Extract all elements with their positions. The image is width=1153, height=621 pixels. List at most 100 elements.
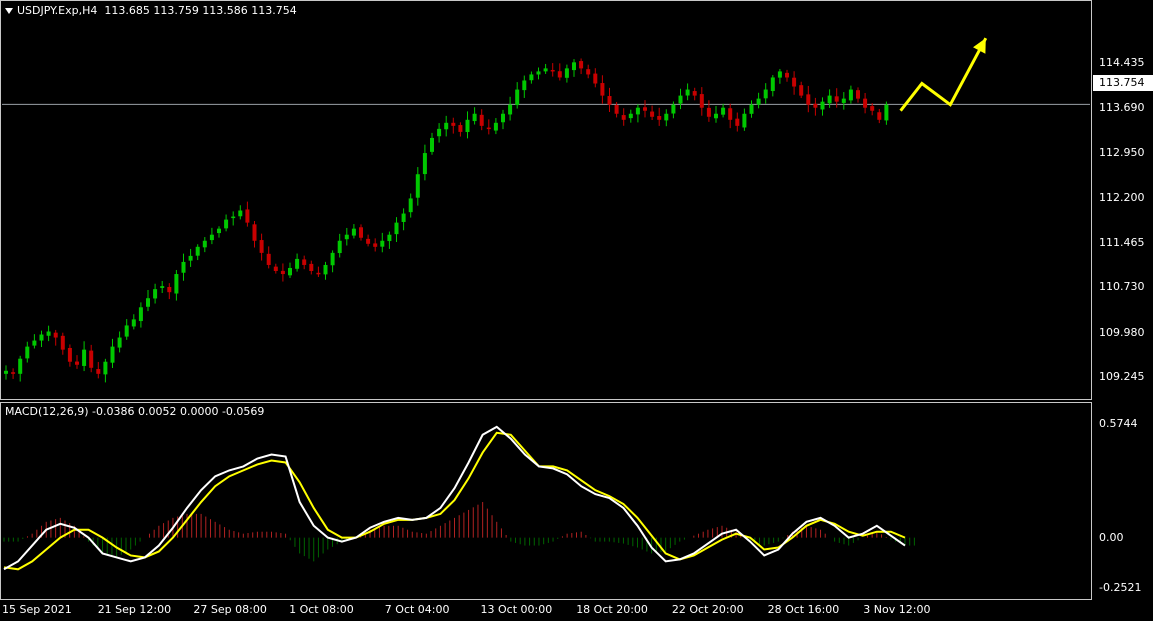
candle-body (820, 101, 825, 110)
candle-body (89, 350, 94, 368)
dropdown-triangle-icon[interactable] (5, 8, 13, 14)
candle-body (174, 274, 179, 294)
candle-body (721, 107, 726, 115)
candle-body (337, 240, 342, 254)
signal-line (3, 431, 906, 571)
candle-body (18, 358, 23, 374)
chart-canvas[interactable] (0, 0, 1153, 621)
candle-body (422, 153, 427, 175)
candle-body (188, 255, 193, 261)
candle-body (103, 361, 108, 375)
candle-body (25, 346, 30, 359)
candle-body (671, 104, 676, 114)
candle-body (153, 289, 158, 299)
candle-body (628, 113, 633, 119)
candle-body (472, 113, 477, 122)
candle-body (295, 258, 300, 269)
price-tick-label: 109.980 (1099, 325, 1145, 339)
candle-body (600, 83, 605, 96)
candle-body (124, 325, 129, 337)
candle-body (657, 116, 662, 120)
price-tick-label: 112.950 (1099, 146, 1145, 160)
time-tick-label: 28 Oct 16:00 (767, 603, 840, 616)
candle-body (557, 71, 562, 78)
candle-body (699, 94, 704, 108)
candle-body (53, 332, 58, 338)
candle-body (792, 77, 797, 87)
candle-body (501, 113, 505, 123)
candle-body (344, 234, 349, 240)
candle-body (827, 95, 832, 104)
candle-body (806, 94, 811, 105)
candle-body (756, 98, 761, 105)
time-tick-label: 22 Oct 20:00 (671, 603, 744, 616)
macd-tick-label: 0.5744 (1099, 417, 1138, 431)
price-tick-label: 109.245 (1099, 370, 1145, 384)
candle-body (401, 213, 406, 222)
candle-body (330, 252, 335, 266)
symbol-header: USDJPY.Exp,H4 113.685 113.759 113.586 11… (5, 4, 297, 17)
candle-body (692, 91, 697, 96)
candle-body (11, 372, 16, 374)
price-tick-label: 111.465 (1099, 235, 1145, 249)
candle-body (309, 263, 314, 272)
candle-body (643, 107, 647, 111)
candle-body (508, 104, 513, 115)
candle-body (529, 74, 534, 81)
candle-body (259, 240, 264, 253)
time-tick-label: 3 Nov 12:00 (863, 603, 931, 616)
price-tick-label: 114.435 (1099, 56, 1145, 70)
candle-body (167, 286, 172, 293)
candle-body (799, 85, 804, 96)
price-tick-label: 113.690 (1099, 101, 1145, 115)
candle-body (749, 104, 754, 114)
candle-body (458, 125, 463, 132)
candle-body (664, 113, 669, 121)
candle-body (238, 210, 243, 217)
candle-body (678, 95, 683, 104)
candle-body (536, 71, 541, 75)
candle-body (117, 337, 122, 348)
candle-body (302, 259, 307, 265)
candle-body (614, 104, 619, 114)
candle-body (848, 89, 853, 101)
candle-body (359, 227, 363, 238)
candle-body (685, 89, 690, 96)
candle-body (870, 106, 875, 111)
time-tick-label: 15 Sep 2021 (2, 603, 72, 616)
candle-body (841, 98, 846, 103)
candle-body (245, 209, 250, 223)
time-tick-label: 7 Oct 04:00 (384, 603, 450, 616)
candle-body (486, 127, 491, 130)
candle-body (288, 267, 292, 276)
candle-body (465, 119, 470, 133)
candle-body (415, 174, 420, 198)
candle-body (323, 264, 328, 275)
current-price-tag: 113.754 (1093, 75, 1153, 91)
candle-body (635, 107, 640, 115)
candle-body (834, 96, 839, 102)
candle-body (39, 334, 44, 341)
ohlc-values: 113.685 113.759 113.586 113.754 (104, 4, 297, 17)
time-tick-label: 1 Oct 08:00 (289, 603, 354, 616)
candle-body (863, 98, 868, 108)
candle-body (181, 261, 186, 273)
symbol-label: USDJPY.Exp,H4 (17, 4, 98, 17)
price-tick-label: 112.200 (1099, 191, 1145, 205)
candle-body (763, 89, 768, 99)
candle-body (621, 115, 626, 120)
candle-body (785, 72, 789, 78)
candle-body (394, 222, 399, 235)
price-tick-label: 110.730 (1099, 280, 1145, 294)
candle-body (777, 71, 782, 78)
candle-body (444, 122, 449, 130)
candle-body (742, 113, 747, 128)
macd-tick-label: 0.00 (1099, 530, 1124, 544)
candle-body (877, 112, 882, 120)
candle-body (430, 137, 434, 152)
candle-body (884, 104, 889, 121)
macd-tick-label: -0.2521 (1099, 580, 1142, 594)
forecast-arrow (899, 37, 988, 112)
candle-body (373, 243, 378, 247)
candle-body (714, 113, 718, 119)
